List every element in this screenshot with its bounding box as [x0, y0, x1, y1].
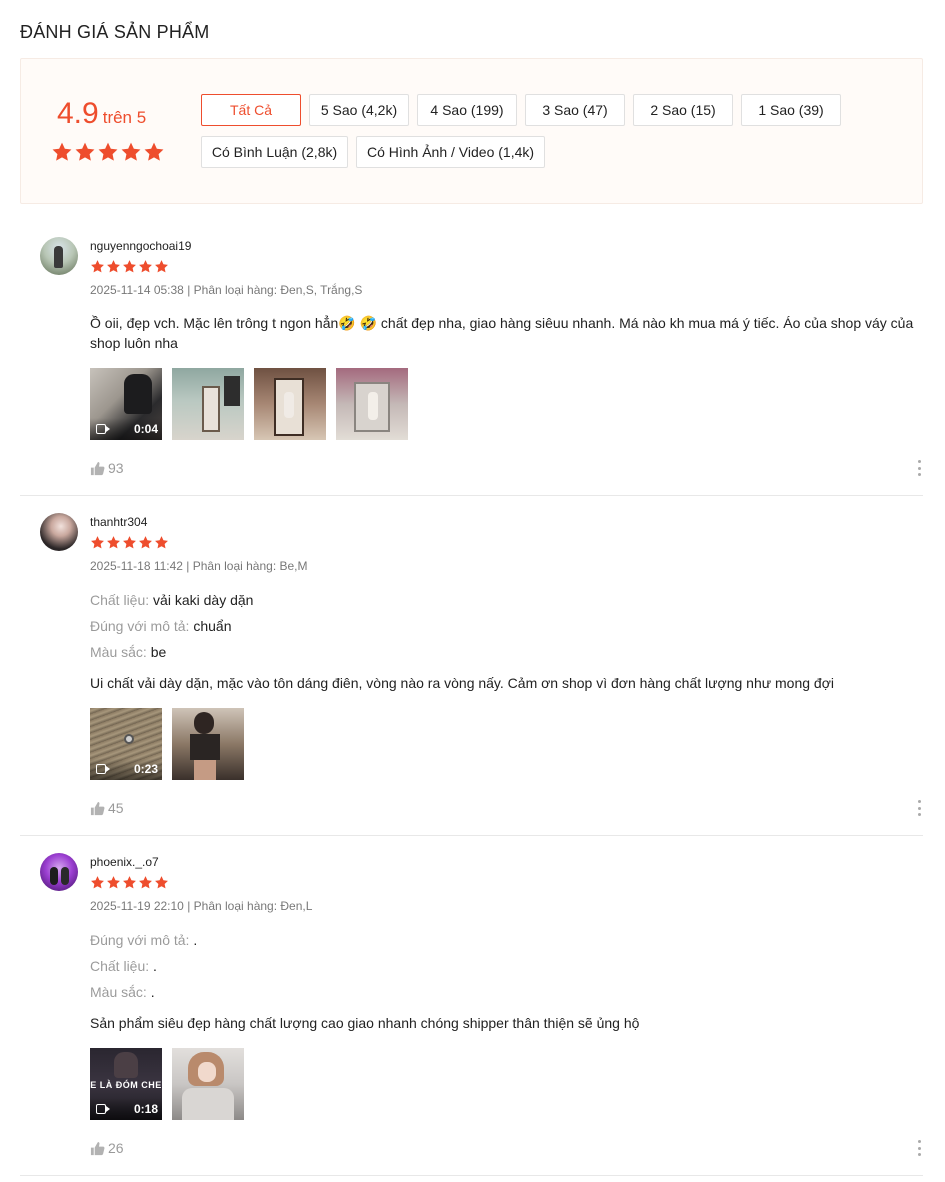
star-icon: [75, 142, 95, 161]
thumbs-up-icon: [90, 461, 105, 475]
like-count: 45: [108, 800, 124, 816]
video-camera-icon: [96, 1104, 110, 1114]
review-attribute: Chất liệu: .: [90, 958, 157, 974]
review-attribute: Màu sắc: be: [90, 644, 167, 660]
like-count: 26: [108, 1140, 124, 1156]
reviewer-username: phoenix._.o7: [90, 855, 159, 869]
more-options-icon[interactable]: [915, 800, 923, 816]
section-title: ĐÁNH GIÁ SẢN PHẨM: [20, 22, 210, 42]
star-icon: [139, 260, 152, 273]
star-icon: [139, 536, 152, 549]
video-duration: 0:18: [133, 1102, 158, 1116]
review-comment: Ui chất vải dày dặn, mặc vào tôn dáng đi…: [90, 675, 834, 691]
review-video-thumbnail[interactable]: 0:04: [90, 368, 162, 440]
avatar[interactable]: [40, 237, 78, 275]
star-icon: [123, 876, 136, 889]
video-duration: 0:23: [133, 762, 158, 776]
review-meta: 2025-11-19 22:10 | Phân loại hàng: Đen,L: [90, 899, 313, 913]
video-camera-icon: [96, 424, 110, 434]
star-icon: [121, 142, 141, 161]
like-button[interactable]: 26: [90, 1140, 124, 1156]
star-icon: [91, 876, 104, 889]
review-stars: [90, 259, 169, 274]
review-attribute: Đúng với mô tả: .: [90, 932, 198, 948]
rating-overview: 4.9 trên 5 Tất Cả 5 Sao (4,2k) 4 Sao (199…: [20, 58, 923, 204]
thumbs-up-icon: [90, 801, 105, 815]
reviewer-username: thanhtr304: [90, 515, 148, 529]
video-duration: 0:04: [133, 422, 158, 436]
review-stars: [90, 535, 169, 550]
like-count: 93: [108, 460, 124, 476]
review-attribute: Màu sắc: .: [90, 984, 155, 1000]
review-stars: [90, 875, 169, 890]
review-image-thumbnail[interactable]: [172, 708, 244, 780]
review-video-thumbnail[interactable]: 0:23: [90, 708, 162, 780]
score-value: 4.9: [57, 97, 99, 130]
review-image-thumbnail[interactable]: [172, 368, 244, 440]
review-item: thanhtr304 2025-11-18 11:42 | Phân loại …: [20, 496, 923, 836]
star-icon: [52, 142, 72, 161]
video-badge: 0:18: [90, 1098, 162, 1120]
star-icon: [123, 536, 136, 549]
review-attribute: Đúng với mô tả: chuẩn: [90, 618, 232, 634]
star-icon: [155, 876, 168, 889]
star-icon: [144, 142, 164, 161]
star-icon: [123, 260, 136, 273]
star-icon: [155, 536, 168, 549]
score-suffix: trên 5: [102, 108, 147, 127]
average-score: 4.9 trên 5: [57, 97, 146, 131]
average-stars: [51, 141, 165, 163]
video-overlay-text: E LÀ ĐÓM CHE: [90, 1080, 162, 1090]
filter-4-star[interactable]: 4 Sao (199): [417, 94, 517, 126]
star-icon: [107, 260, 120, 273]
review-image-thumbnail[interactable]: [336, 368, 408, 440]
star-icon: [91, 536, 104, 549]
reviewer-username: nguyenngochoai19: [90, 239, 192, 253]
star-icon: [107, 536, 120, 549]
avatar[interactable]: [40, 853, 78, 891]
star-icon: [155, 260, 168, 273]
review-meta: 2025-11-18 11:42 | Phân loại hàng: Be,M: [90, 559, 308, 573]
review-image-thumbnail[interactable]: [254, 368, 326, 440]
review-meta: 2025-11-14 05:38 | Phân loại hàng: Đen,S…: [90, 283, 363, 297]
review-item: phoenix._.o7 2025-11-19 22:10 | Phân loạ…: [20, 836, 923, 1176]
like-button[interactable]: 93: [90, 460, 124, 476]
review-image-thumbnail[interactable]: [172, 1048, 244, 1120]
star-icon: [91, 260, 104, 273]
more-options-icon[interactable]: [915, 1140, 923, 1156]
filter-3-star[interactable]: 3 Sao (47): [525, 94, 625, 126]
filter-all[interactable]: Tất Cả: [201, 94, 301, 126]
video-badge: 0:23: [90, 758, 162, 780]
review-comment: Ồ oii, đẹp vch. Mặc lên trông t ngon hẳn…: [90, 315, 914, 351]
filter-with-media[interactable]: Có Hình Ảnh / Video (1,4k): [356, 136, 545, 168]
review-video-thumbnail[interactable]: E LÀ ĐÓM CHE 0:18: [90, 1048, 162, 1120]
review-item: nguyenngochoai19 2025-11-14 05:38 | Phân…: [20, 222, 923, 496]
avatar[interactable]: [40, 513, 78, 551]
star-icon: [139, 876, 152, 889]
video-camera-icon: [96, 764, 110, 774]
filter-1-star[interactable]: 1 Sao (39): [741, 94, 841, 126]
filter-2-star[interactable]: 2 Sao (15): [633, 94, 733, 126]
review-attribute: Chất liệu: vải kaki dày dặn: [90, 592, 254, 608]
star-icon: [107, 876, 120, 889]
like-button[interactable]: 45: [90, 800, 124, 816]
video-badge: 0:04: [90, 418, 162, 440]
star-icon: [98, 142, 118, 161]
filter-with-comment[interactable]: Có Bình Luận (2,8k): [201, 136, 348, 168]
filter-5-star[interactable]: 5 Sao (4,2k): [309, 94, 409, 126]
more-options-icon[interactable]: [915, 460, 923, 476]
thumbs-up-icon: [90, 1141, 105, 1155]
review-comment: Sản phẩm siêu đẹp hàng chất lượng cao gi…: [90, 1015, 640, 1031]
